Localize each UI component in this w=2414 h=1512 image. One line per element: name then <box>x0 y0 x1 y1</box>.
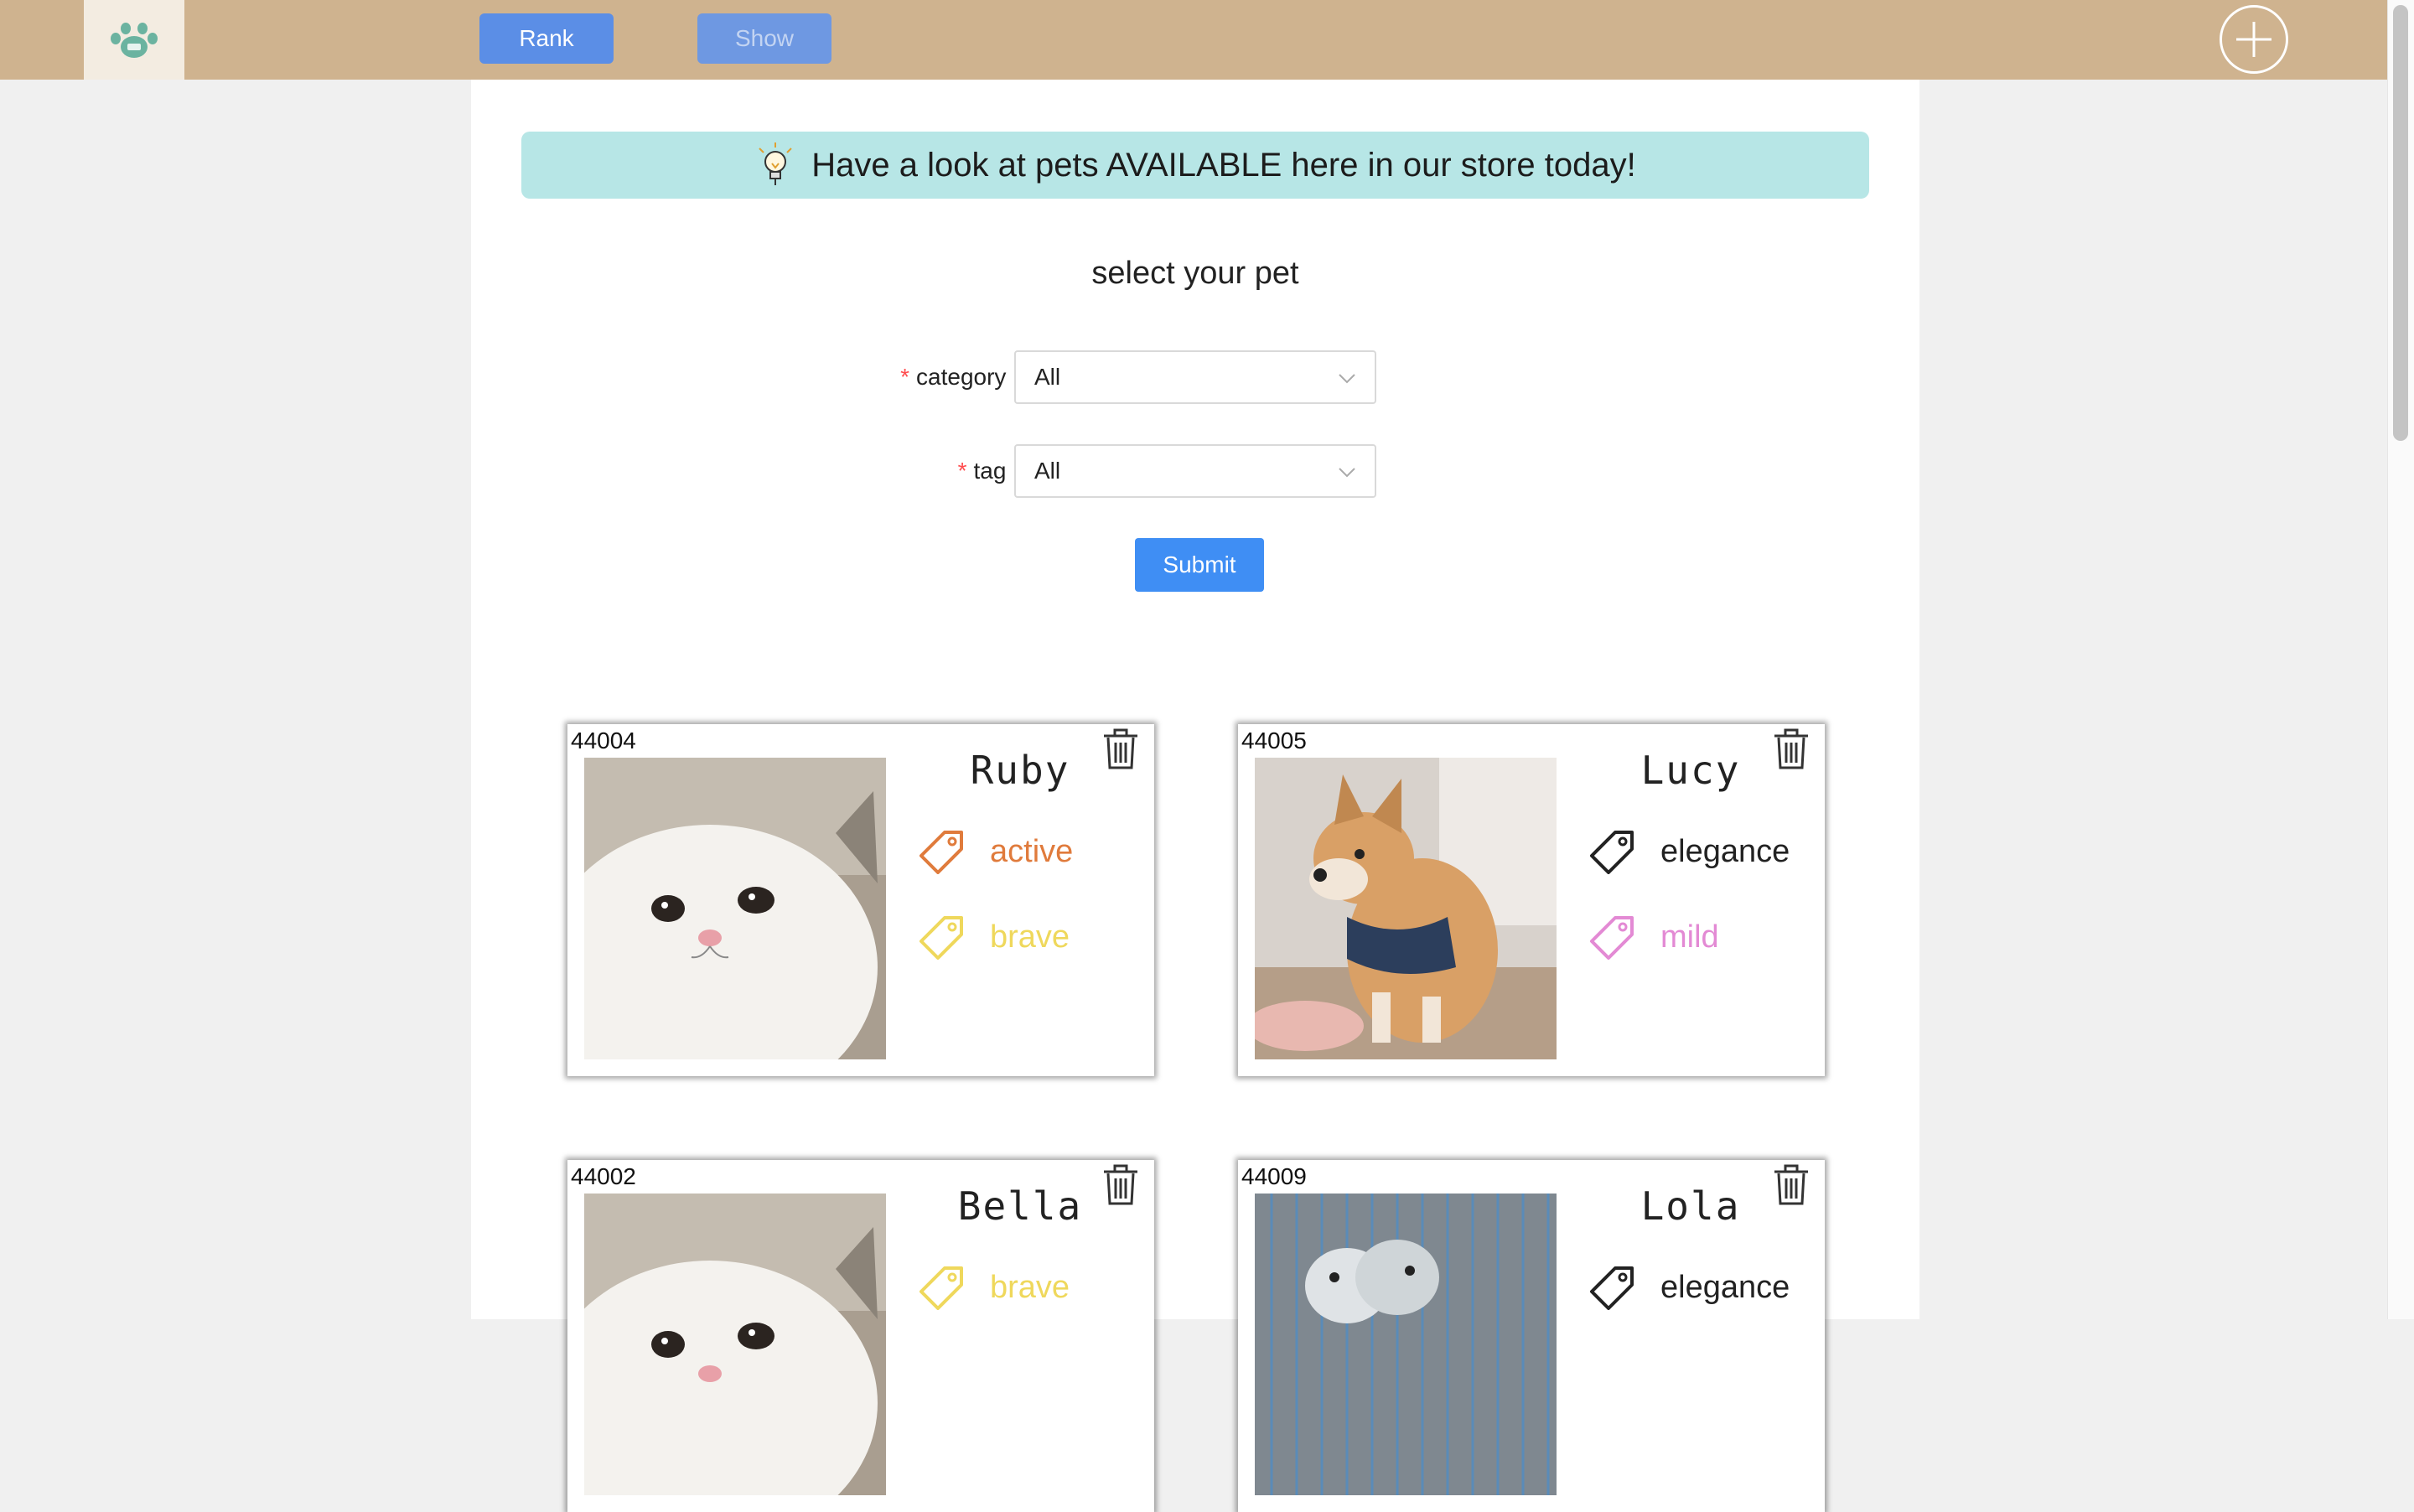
tag-chip: elegance <box>1590 828 1790 875</box>
tag-icon <box>919 831 963 874</box>
tag-chip: elegance <box>1590 1264 1790 1311</box>
pet-card[interactable]: 44004 Ruby active brave <box>567 724 1154 1076</box>
category-label: * category : <box>900 364 1019 390</box>
category-select[interactable]: All <box>1014 350 1376 404</box>
paw-icon <box>111 22 158 58</box>
tag-chip: mild <box>1590 914 1719 961</box>
category-value: All <box>1034 364 1061 390</box>
tag-chip: brave <box>919 914 1070 961</box>
scrollbar-thumb[interactable] <box>2393 5 2408 441</box>
rank-button[interactable]: Rank <box>479 13 614 64</box>
show-button[interactable]: Show <box>697 13 831 64</box>
tag-chip: brave <box>919 1264 1070 1311</box>
info-banner: Have a look at pets AVAILABLE here in ou… <box>521 132 1869 199</box>
tag-label: brave <box>990 919 1070 955</box>
tag-icon <box>1590 916 1634 960</box>
tag-label: mild <box>1660 919 1719 955</box>
pet-id: 44009 <box>1241 1163 1307 1189</box>
pet-id: 44005 <box>1241 728 1307 753</box>
pet-name: Ruby <box>970 748 1070 793</box>
pet-name: Lola <box>1640 1183 1741 1229</box>
chevron-down-icon <box>1339 374 1355 384</box>
pet-photo <box>584 1194 886 1495</box>
top-navbar: Rank Show <box>0 0 2387 80</box>
tag-label: elegance <box>1660 833 1790 869</box>
pet-card[interactable]: 44005 Lucy elegance mild <box>1238 724 1825 1076</box>
pet-photo <box>1255 1194 1557 1495</box>
pet-id: 44002 <box>571 1163 636 1189</box>
chevron-down-icon <box>1339 468 1355 478</box>
tag-label: active <box>990 833 1074 869</box>
add-pet-button[interactable] <box>2220 5 2288 74</box>
logo[interactable] <box>84 0 184 80</box>
tag-select[interactable]: All <box>1014 444 1376 498</box>
tag-label: * tag : <box>957 458 1019 484</box>
tag-icon <box>919 1266 963 1310</box>
lightbulb-icon <box>759 142 792 185</box>
banner-text: Have a look at pets AVAILABLE here in ou… <box>811 146 1636 184</box>
tag-label: brave <box>990 1269 1070 1305</box>
tag-icon <box>1590 1266 1634 1310</box>
tag-row: * tag : All <box>471 444 1919 498</box>
pet-card[interactable]: 44002 Bella brave <box>567 1160 1154 1512</box>
category-row: * category : All <box>471 350 1919 404</box>
pet-name: Bella <box>957 1183 1083 1229</box>
form-title: select your pet <box>1091 256 1299 291</box>
pet-name: Lucy <box>1640 748 1741 793</box>
tag-icon <box>1590 831 1634 874</box>
pet-photo <box>584 758 886 1059</box>
pet-id: 44004 <box>571 728 636 753</box>
tag-chip: active <box>919 828 1073 875</box>
plus-circle-icon <box>2236 22 2272 57</box>
main-content: Have a look at pets AVAILABLE here in ou… <box>471 80 1919 1512</box>
submit-button[interactable]: Submit <box>1135 538 1264 592</box>
pet-photo <box>1255 758 1557 1059</box>
tag-icon <box>919 916 963 960</box>
pet-card[interactable]: 44009 Lola elegance <box>1238 1160 1825 1512</box>
tag-label: elegance <box>1660 1269 1790 1305</box>
tag-value: All <box>1034 458 1061 484</box>
